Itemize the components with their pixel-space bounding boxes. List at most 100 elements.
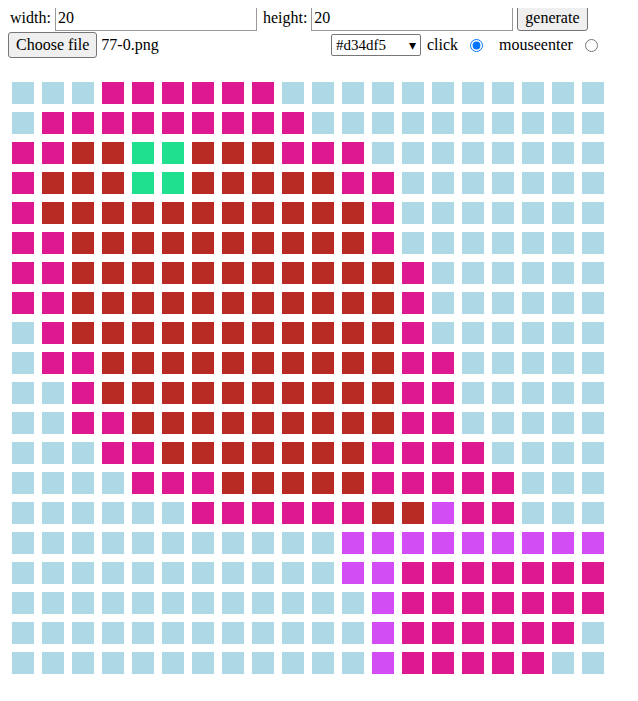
grid-cell[interactable] (12, 202, 34, 224)
grid-cell[interactable] (192, 412, 214, 434)
grid-cell[interactable] (42, 592, 64, 614)
grid-cell[interactable] (162, 652, 184, 674)
grid-cell[interactable] (432, 562, 454, 584)
grid-cell[interactable] (552, 412, 574, 434)
grid-cell[interactable] (552, 82, 574, 104)
grid-cell[interactable] (72, 112, 94, 134)
grid-cell[interactable] (582, 382, 604, 404)
grid-cell[interactable] (432, 412, 454, 434)
grid-cell[interactable] (42, 82, 64, 104)
grid-cell[interactable] (432, 442, 454, 464)
grid-cell[interactable] (282, 502, 304, 524)
grid-cell[interactable] (342, 622, 364, 644)
grid-cell[interactable] (492, 112, 514, 134)
grid-cell[interactable] (132, 82, 154, 104)
grid-cell[interactable] (102, 352, 124, 374)
grid-cell[interactable] (522, 592, 544, 614)
grid-cell[interactable] (252, 622, 274, 644)
grid-cell[interactable] (252, 592, 274, 614)
grid-cell[interactable] (402, 232, 424, 254)
grid-cell[interactable] (252, 142, 274, 164)
grid-cell[interactable] (522, 262, 544, 284)
grid-cell[interactable] (42, 352, 64, 374)
grid-cell[interactable] (492, 292, 514, 314)
grid-cell[interactable] (342, 532, 364, 554)
grid-cell[interactable] (522, 622, 544, 644)
grid-cell[interactable] (492, 412, 514, 434)
grid-cell[interactable] (222, 472, 244, 494)
grid-cell[interactable] (192, 232, 214, 254)
grid-cell[interactable] (492, 202, 514, 224)
grid-cell[interactable] (582, 202, 604, 224)
grid-cell[interactable] (102, 112, 124, 134)
grid-cell[interactable] (492, 322, 514, 344)
grid-cell[interactable] (582, 262, 604, 284)
grid-cell[interactable] (372, 202, 394, 224)
grid-cell[interactable] (402, 592, 424, 614)
grid-cell[interactable] (372, 472, 394, 494)
grid-cell[interactable] (72, 532, 94, 554)
grid-cell[interactable] (522, 202, 544, 224)
grid-cell[interactable] (102, 622, 124, 644)
grid-cell[interactable] (492, 82, 514, 104)
grid-cell[interactable] (132, 592, 154, 614)
grid-cell[interactable] (342, 112, 364, 134)
grid-cell[interactable] (192, 352, 214, 374)
grid-cell[interactable] (72, 592, 94, 614)
grid-cell[interactable] (72, 442, 94, 464)
grid-cell[interactable] (462, 82, 484, 104)
grid-cell[interactable] (462, 622, 484, 644)
grid-cell[interactable] (162, 532, 184, 554)
grid-cell[interactable] (582, 622, 604, 644)
grid-cell[interactable] (402, 472, 424, 494)
grid-cell[interactable] (552, 112, 574, 134)
grid-cell[interactable] (402, 82, 424, 104)
grid-cell[interactable] (582, 652, 604, 674)
grid-cell[interactable] (372, 262, 394, 284)
grid-cell[interactable] (402, 442, 424, 464)
grid-cell[interactable] (462, 202, 484, 224)
grid-cell[interactable] (132, 172, 154, 194)
grid-cell[interactable] (522, 112, 544, 134)
grid-cell[interactable] (582, 352, 604, 374)
grid-cell[interactable] (342, 322, 364, 344)
grid-cell[interactable] (372, 322, 394, 344)
grid-cell[interactable] (72, 652, 94, 674)
grid-cell[interactable] (132, 112, 154, 134)
grid-cell[interactable] (252, 172, 274, 194)
grid-cell[interactable] (192, 472, 214, 494)
grid-cell[interactable] (222, 262, 244, 284)
grid-cell[interactable] (552, 472, 574, 494)
grid-cell[interactable] (432, 142, 454, 164)
grid-cell[interactable] (162, 142, 184, 164)
grid-cell[interactable] (432, 622, 454, 644)
grid-cell[interactable] (522, 292, 544, 314)
grid-cell[interactable] (342, 472, 364, 494)
grid-cell[interactable] (402, 292, 424, 314)
grid-cell[interactable] (312, 562, 334, 584)
grid-cell[interactable] (372, 442, 394, 464)
grid-cell[interactable] (192, 592, 214, 614)
grid-cell[interactable] (162, 112, 184, 134)
grid-cell[interactable] (312, 652, 334, 674)
grid-cell[interactable] (522, 232, 544, 254)
grid-cell[interactable] (12, 292, 34, 314)
grid-cell[interactable] (192, 82, 214, 104)
grid-cell[interactable] (372, 292, 394, 314)
grid-cell[interactable] (132, 472, 154, 494)
grid-cell[interactable] (372, 232, 394, 254)
grid-cell[interactable] (42, 562, 64, 584)
grid-cell[interactable] (372, 532, 394, 554)
grid-cell[interactable] (342, 652, 364, 674)
grid-cell[interactable] (342, 382, 364, 404)
grid-cell[interactable] (342, 352, 364, 374)
grid-cell[interactable] (492, 652, 514, 674)
grid-cell[interactable] (492, 352, 514, 374)
grid-cell[interactable] (72, 82, 94, 104)
grid-cell[interactable] (282, 652, 304, 674)
grid-cell[interactable] (282, 472, 304, 494)
grid-cell[interactable] (312, 82, 334, 104)
grid-cell[interactable] (102, 202, 124, 224)
grid-cell[interactable] (312, 502, 334, 524)
grid-cell[interactable] (462, 172, 484, 194)
